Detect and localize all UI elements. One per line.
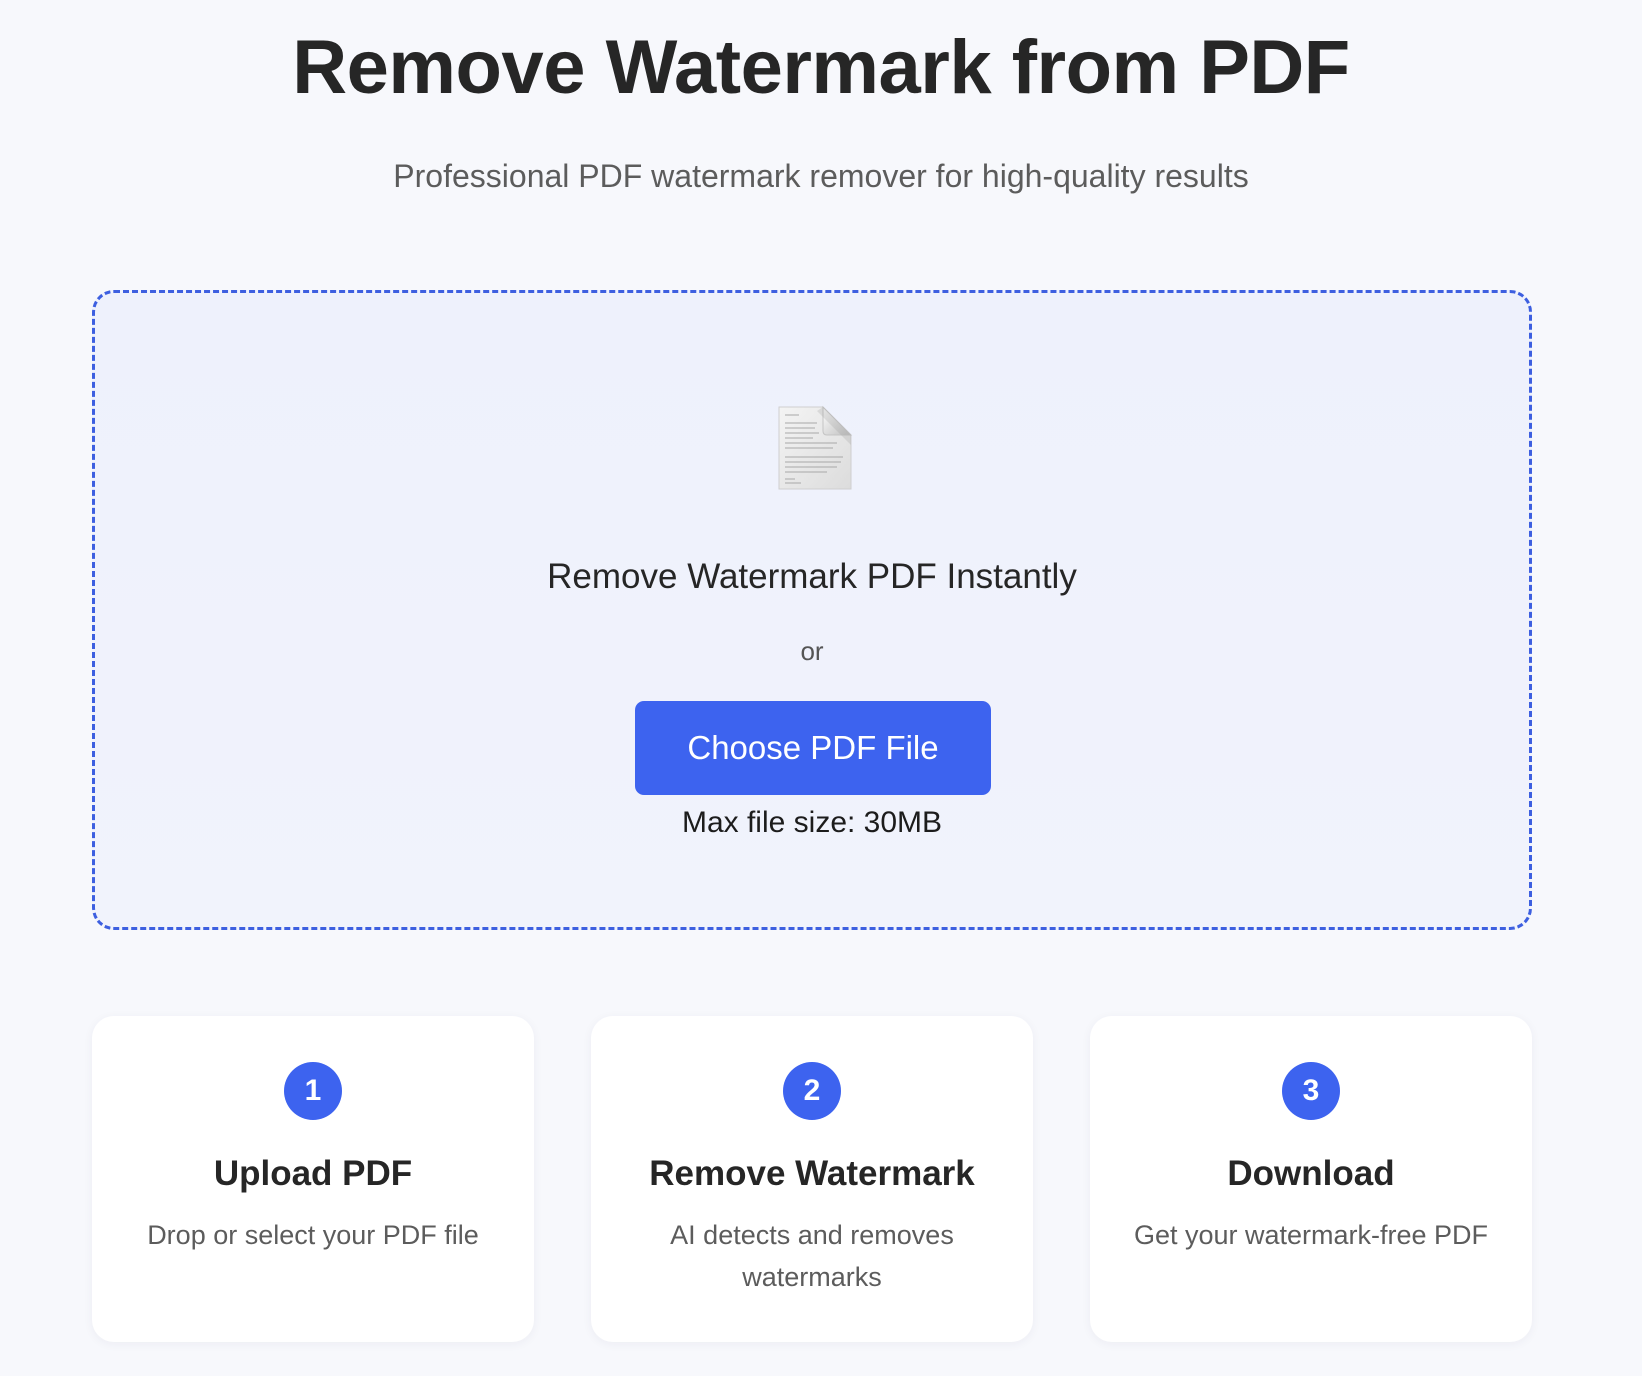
step-title: Remove Watermark (649, 1154, 975, 1193)
step-number-badge: 1 (284, 1062, 342, 1120)
step-description: AI detects and removes watermarks (670, 1220, 954, 1292)
step-number-badge: 3 (1282, 1062, 1340, 1120)
page-title: Remove Watermark from PDF (292, 25, 1350, 110)
max-file-size-note: Max file size: 30MB (681, 806, 943, 839)
step-card-download: 3 Download Get your watermark-free PDF (1090, 1016, 1532, 1342)
step-description: Drop or select your PDF file (147, 1220, 479, 1250)
step-description: Get your watermark-free PDF (1133, 1220, 1489, 1250)
step-card-remove: 2 Remove Watermark AI detects and remove… (591, 1016, 1033, 1342)
dropzone-heading: Remove Watermark PDF Instantly (547, 557, 1077, 596)
choose-pdf-file-button[interactable]: Choose PDF File (635, 701, 991, 795)
page-subtitle: Professional PDF watermark remover for h… (393, 158, 1249, 194)
dropzone-or-text: or (800, 636, 824, 666)
step-title: Download (1227, 1154, 1395, 1193)
step-card-upload: 1 Upload PDF Drop or select your PDF fil… (92, 1016, 534, 1342)
document-icon (778, 405, 853, 490)
step-title: Upload PDF (213, 1154, 413, 1193)
step-number-badge: 2 (783, 1062, 841, 1120)
upload-dropzone[interactable]: Remove Watermark PDF Instantly or Choose… (92, 290, 1532, 930)
